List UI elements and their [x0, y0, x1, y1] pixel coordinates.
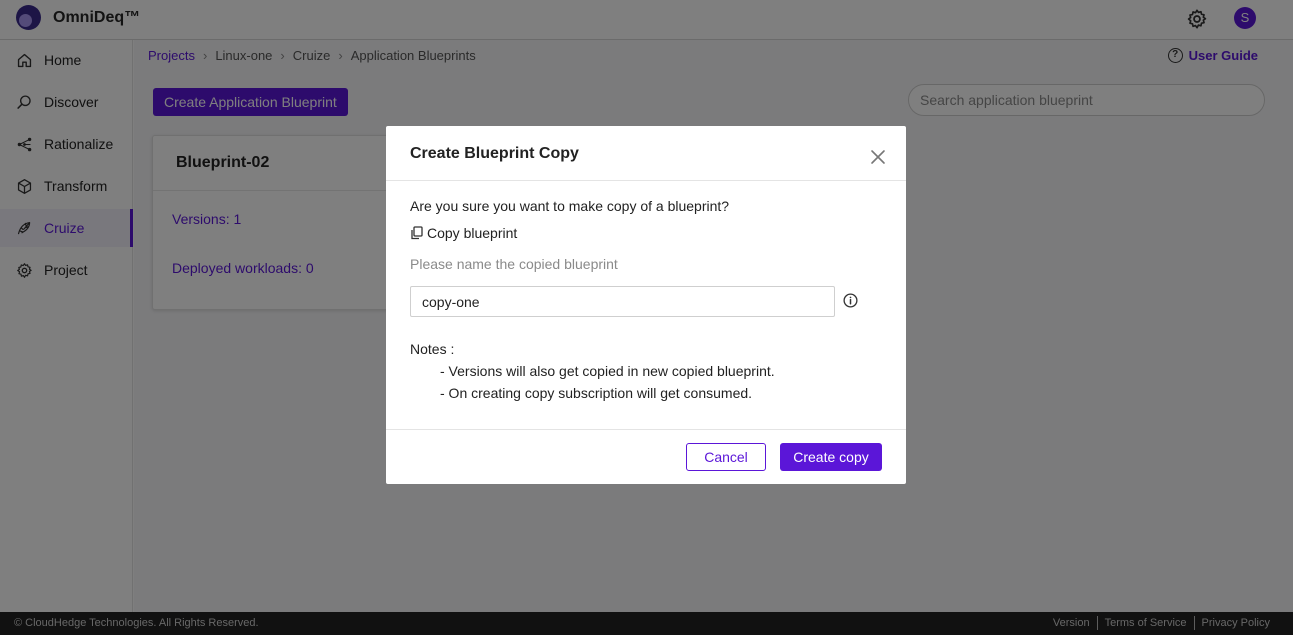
confirm-question: Are you sure you want to make copy of a …: [410, 198, 730, 214]
name-field-label: Please name the copied blueprint: [410, 256, 618, 272]
notes-title: Notes :: [410, 341, 455, 357]
copy-icon: [411, 226, 423, 240]
note-item: - Versions will also get copied in new c…: [440, 363, 775, 379]
dialog-title: Create Blueprint Copy: [410, 145, 579, 162]
cancel-button[interactable]: Cancel: [686, 443, 766, 471]
note-item: - On creating copy subscription will get…: [440, 385, 753, 401]
create-blueprint-copy-dialog: Create Blueprint Copy Are you sure you w…: [386, 126, 906, 484]
blueprint-name-field[interactable]: [410, 286, 835, 317]
create-copy-button[interactable]: Create copy: [780, 443, 882, 471]
dialog-divider: [386, 180, 906, 181]
info-icon[interactable]: [843, 293, 858, 308]
copy-blueprint-text: Copy blueprint: [427, 225, 518, 241]
close-icon[interactable]: [870, 149, 886, 165]
copy-blueprint-label: Copy blueprint: [410, 225, 517, 241]
dialog-divider: [386, 429, 906, 430]
